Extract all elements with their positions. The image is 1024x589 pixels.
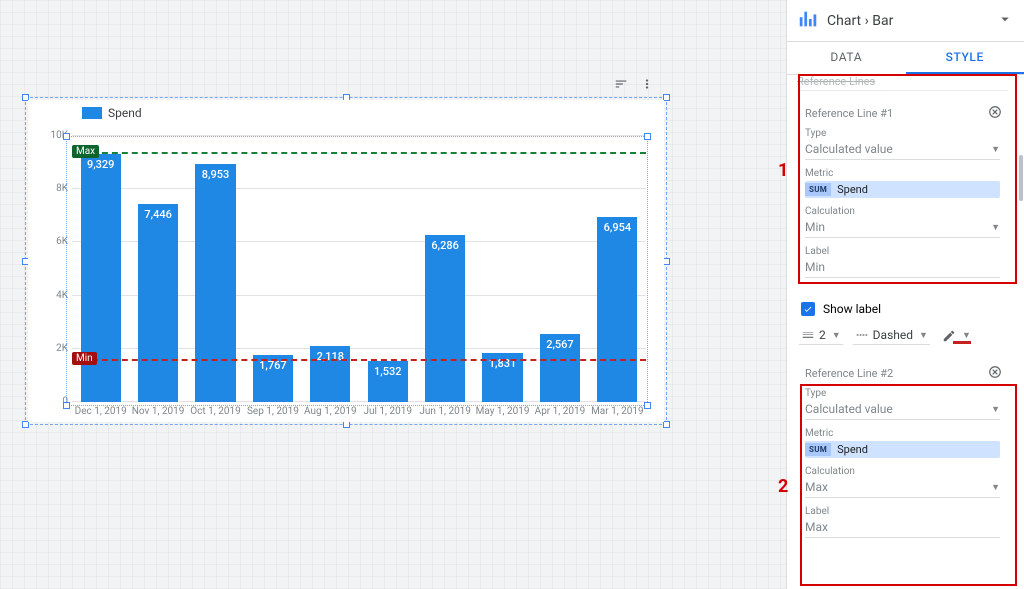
ref2-heading: Reference Line #2 [805,367,1000,380]
ref1-type-dropdown[interactable]: Calculated value▼ [805,139,1000,160]
x-category-label: Jun 1, 2019 [419,406,471,417]
chart-legend: Spend [82,106,142,120]
panel-scrollbar[interactable] [1018,75,1024,589]
x-category-label: Mar 1, 2019 [591,406,644,417]
show-label-row: Show label [801,302,1008,316]
chart-hover-toolbar [614,76,654,91]
sort-icon[interactable] [614,76,628,91]
line-style-value: Dashed [873,328,913,342]
chevron-down-icon[interactable] [996,10,1014,31]
x-category-label: Sep 1, 2019 [247,406,299,417]
ref2-calc-value: Max [805,480,828,494]
remove-ref2-button[interactable] [988,365,1002,382]
resize-handle-mr[interactable] [663,258,670,265]
x-category-label: Oct 1, 2019 [190,406,240,417]
reference-line-2-panel: Reference Line #2 Type Calculated value▼… [797,359,1008,548]
line-style-dropdown[interactable]: Dashed ▼ [853,326,930,345]
panel-tabs: DATA STYLE [787,42,1024,75]
panel-breadcrumb[interactable]: Chart › Bar [827,13,988,29]
y-tick-label: 4K [40,290,68,301]
ref2-metric-label: Metric [805,428,1000,439]
inner-handle-tr[interactable] [644,133,651,140]
section-heading-reference-lines: Reference Lines [797,75,1008,91]
annotation-number-1: 1 [778,160,788,181]
ref1-calc-value: Min [805,220,825,234]
annotation-number-2: 2 [778,476,788,497]
x-category-label: Aug 1, 2019 [304,406,357,417]
ref1-label-input[interactable] [805,257,1000,278]
line-style-row: 2 ▼ Dashed ▼ ▼ [799,326,1006,345]
line-weight-value: 2 [819,328,826,342]
bar-chart-icon [797,8,819,33]
ref1-label-label: Label [805,246,1000,257]
ref2-metric-agg: SUM [805,443,831,456]
ref1-metric-chip[interactable]: SUM Spend [805,181,1000,198]
ref1-calc-label: Calculation [805,206,1000,217]
ref1-metric-agg: SUM [805,183,831,196]
x-category-label: Apr 1, 2019 [535,406,586,417]
ref2-calc-label: Calculation [805,466,1000,477]
ref2-label-label: Label [805,506,1000,517]
ref2-type-label: Type [805,388,1000,399]
panel-scroll-area: Reference Lines Reference Line #1 Type C… [787,75,1024,589]
scrollbar-thumb[interactable] [1019,155,1023,201]
remove-ref1-button[interactable] [988,105,1002,122]
y-tick-label: 6K [40,236,68,247]
bar-chart-component[interactable]: Spend 02K4K6K8K10K9,329Dec 1, 20197,446N… [28,100,664,422]
panel-header: Chart › Bar [787,0,1024,42]
ref2-metric-chip[interactable]: SUM Spend [805,441,1000,458]
tab-style[interactable]: STYLE [906,42,1024,74]
ref1-heading: Reference Line #1 [805,107,1000,120]
inner-handle-tl[interactable] [63,133,70,140]
ref2-metric-name: Spend [831,441,874,458]
x-category-label: Nov 1, 2019 [132,406,185,417]
ref2-type-value: Calculated value [805,402,893,416]
line-weight-dropdown[interactable]: 2 ▼ [799,326,843,345]
ref2-calc-dropdown[interactable]: Max▼ [805,477,1000,498]
ref1-calc-dropdown[interactable]: Min▼ [805,217,1000,238]
resize-handle-bc[interactable] [343,421,350,428]
show-label-checkbox[interactable] [801,302,815,316]
legend-label: Spend [108,106,142,120]
inner-handle-bl[interactable] [63,402,70,409]
ref1-metric-label: Metric [805,168,1000,179]
x-category-label: Dec 1, 2019 [75,406,127,417]
properties-panel: Chart › Bar DATA STYLE Reference Lines R… [786,0,1024,589]
line-color-swatch [953,341,971,344]
x-category-label: Jul 1, 2019 [363,406,412,417]
plot-selection-outline [66,136,648,406]
legend-swatch [82,107,102,119]
ref2-label-input[interactable] [805,517,1000,538]
show-label-text: Show label [823,302,881,316]
ref2-type-dropdown[interactable]: Calculated value▼ [805,399,1000,420]
ref1-metric-name: Spend [831,181,874,198]
tab-data[interactable]: DATA [787,42,906,74]
resize-handle-tr[interactable] [663,94,670,101]
chart-body: Spend 02K4K6K8K10K9,329Dec 1, 20197,446N… [28,100,664,422]
x-category-label: May 1, 2019 [476,406,530,417]
resize-handle-bl[interactable] [22,421,29,428]
y-tick-label: 8K [40,183,68,194]
more-icon[interactable] [640,76,654,91]
resize-handle-br[interactable] [663,421,670,428]
inner-handle-br[interactable] [644,402,651,409]
ref1-type-label: Type [805,128,1000,139]
reference-line-1-panel: Reference Line #1 Type Calculated value▼… [797,99,1008,288]
y-tick-label: 2K [40,343,68,354]
ref1-type-value: Calculated value [805,142,893,156]
